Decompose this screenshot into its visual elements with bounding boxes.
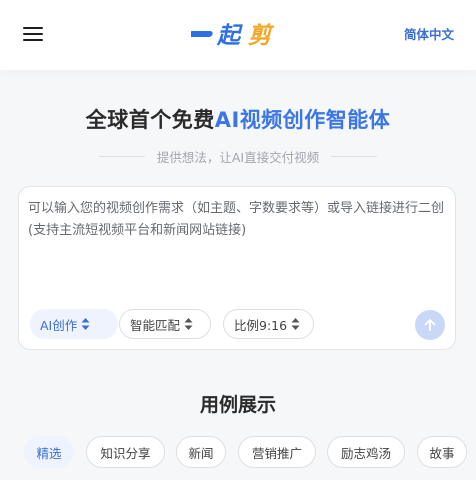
- menu-icon[interactable]: [23, 26, 43, 42]
- hero-subtitle: 提供想法，让AI直接交付视频: [0, 148, 476, 165]
- match-selector[interactable]: 智能匹配: [119, 309, 211, 339]
- tab-news[interactable]: 新闻: [176, 436, 226, 468]
- sort-arrows-icon: [184, 318, 193, 330]
- top-bar: 起 剪 简体中文: [0, 0, 476, 70]
- hero-title-accent: AI视频创作智能体: [214, 108, 391, 132]
- sort-arrows-icon: [291, 318, 300, 330]
- ratio-selector-label: 比例9:16: [234, 317, 288, 333]
- svg-text:剪: 剪: [248, 23, 275, 49]
- divider-right: [331, 155, 378, 157]
- tab-story[interactable]: 故事: [417, 436, 467, 468]
- mode-selector[interactable]: AI创作: [30, 309, 118, 339]
- ratio-selector[interactable]: 比例9:16: [223, 309, 314, 339]
- tab-marketing[interactable]: 营销推广: [238, 436, 316, 468]
- tab-motivation[interactable]: 励志鸡汤: [327, 436, 405, 468]
- match-selector-label: 智能匹配: [130, 317, 181, 333]
- prompt-composer: AI创作 智能匹配 比例9:16: [18, 186, 456, 350]
- examples-title: 用例展示: [199, 394, 276, 416]
- hero-title: 全球首个免费AI视频创作智能体: [0, 104, 476, 134]
- hero-subtitle-text: 提供想法，让AI直接交付视频: [156, 149, 320, 165]
- language-selector[interactable]: 简体中文: [404, 24, 454, 43]
- divider-left: [98, 155, 145, 157]
- tab-featured[interactable]: 精选: [24, 436, 74, 468]
- send-button[interactable]: [415, 310, 445, 340]
- logo: 起 剪: [191, 23, 275, 49]
- sort-arrows-icon: [81, 318, 90, 330]
- arrow-up-icon: [424, 319, 436, 331]
- hero-title-prefix: 全球首个免费: [85, 108, 215, 132]
- tab-knowledge[interactable]: 知识分享: [86, 436, 165, 468]
- mode-selector-label: AI创作: [40, 317, 78, 333]
- svg-text:起: 起: [216, 23, 243, 49]
- examples-tabs: 精选 知识分享 新闻 营销推广 励志鸡汤 故事: [24, 436, 476, 468]
- prompt-input[interactable]: [28, 198, 448, 290]
